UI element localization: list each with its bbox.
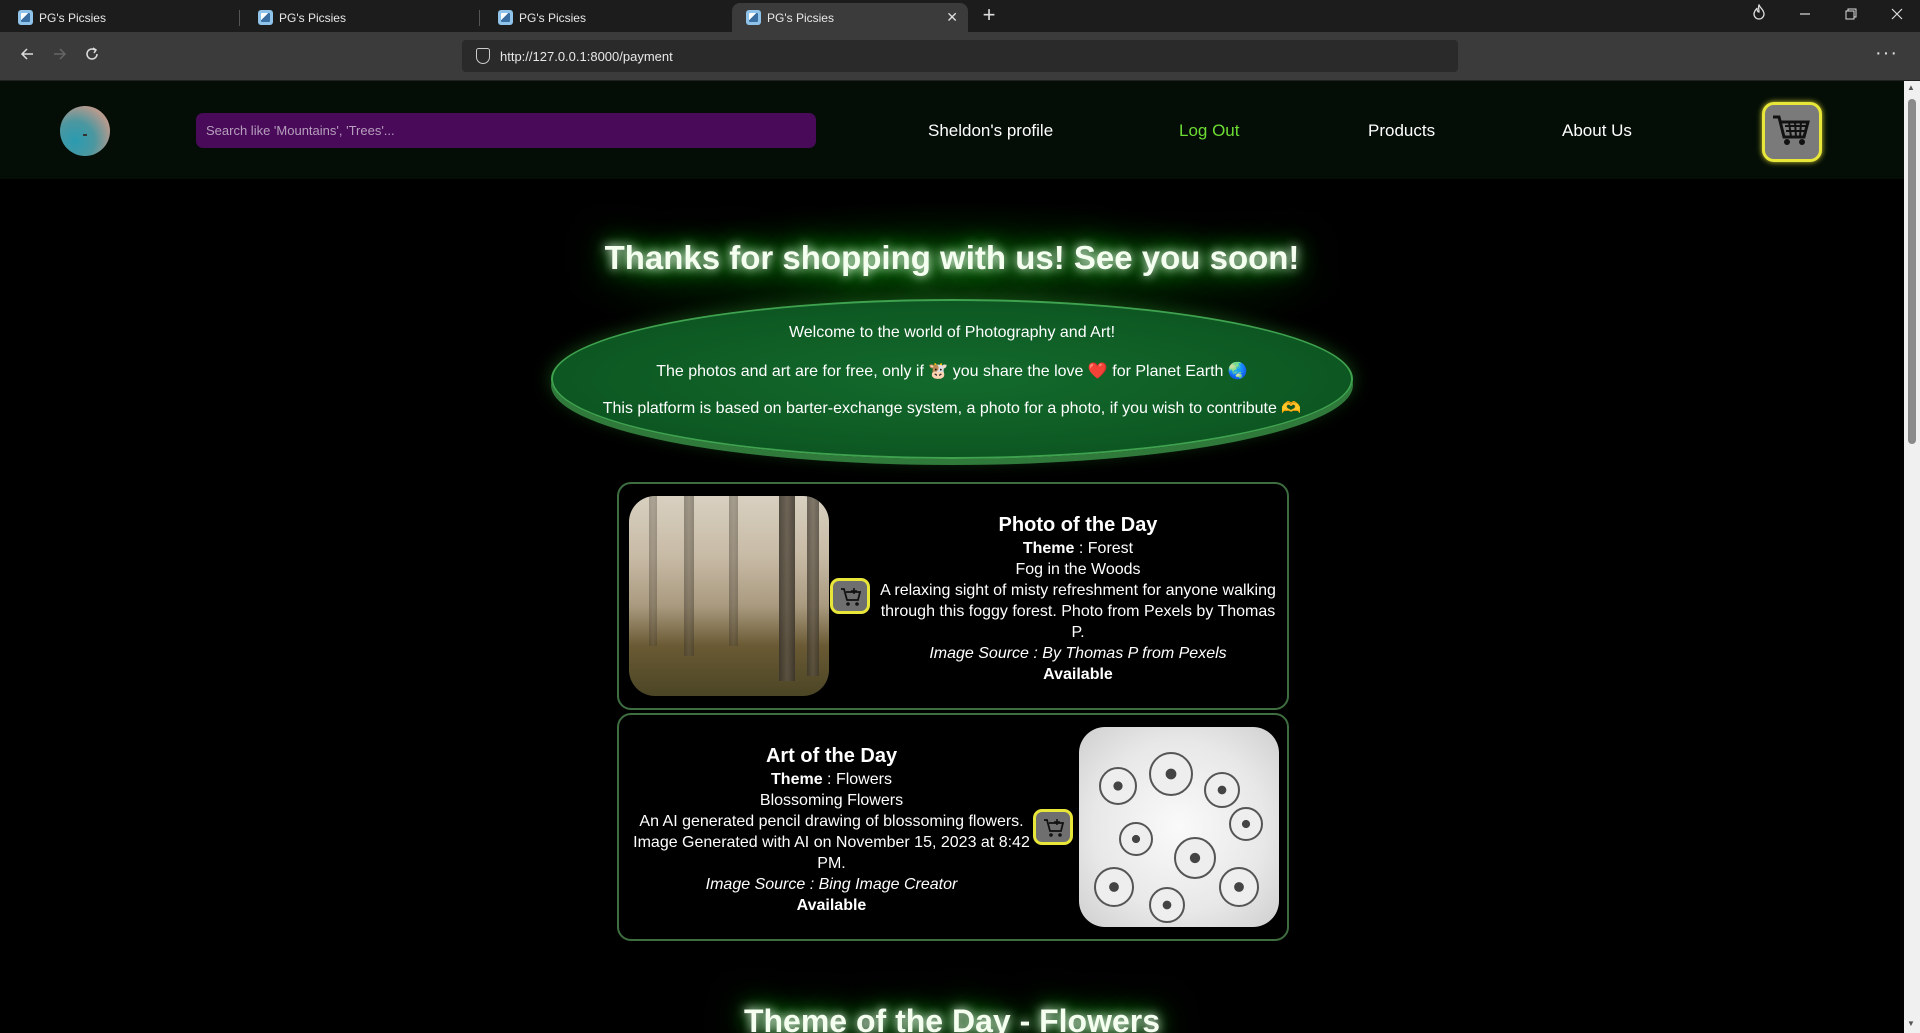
art-details: Art of the Day Theme : Flowers Blossomin… [629,743,1034,916]
theme-value: : Flowers [822,771,892,788]
tab-separator [239,10,240,26]
add-to-cart-button[interactable] [1033,809,1073,845]
site-favicon-icon [498,10,513,25]
theme-label: Theme [771,771,823,788]
minimize-icon[interactable] [1782,0,1828,32]
availability-status: Available [1043,666,1113,683]
theme-of-the-day-heading: Theme of the Day - Flowers [743,1003,1161,1033]
theme-label: Theme [1022,540,1075,557]
browser-tab-strip: PG's Picsies PG's Picsies PG's Picsies P… [0,0,1920,32]
page-viewport: Sheldon's profile Log Out Products About… [0,81,1904,1033]
site-logo[interactable] [60,106,110,156]
site-header: Sheldon's profile Log Out Products About… [0,81,1904,179]
theme-value: : Forest [1074,540,1134,557]
browser-tab[interactable]: PG's Picsies [4,3,240,32]
tab-title: PG's Picsies [279,10,346,25]
close-tab-icon[interactable]: ✕ [946,9,958,26]
photo-details: Photo of the Day Theme : Forest Fog in t… [877,512,1279,685]
welcome-banner: Welcome to the world of Photography and … [551,299,1353,459]
photo-of-the-day-card: Photo of the Day Theme : Forest Fog in t… [617,482,1289,710]
art-description: An AI generated pencil drawing of blosso… [633,813,1030,872]
thanks-heading: Thanks for shopping with us! See you soo… [604,239,1300,276]
site-favicon-icon [746,10,761,25]
back-arrow-icon[interactable] [13,42,41,70]
add-to-cart-button[interactable] [830,578,870,614]
tab-separator [479,10,480,26]
close-window-icon[interactable] [1874,0,1920,32]
nav-products-link[interactable]: Products [1368,121,1435,141]
card-title: Art of the Day [765,745,898,767]
page-scrollbar[interactable]: ▲ ▼ [1904,81,1920,1033]
scroll-down-icon[interactable]: ▼ [1907,1019,1915,1028]
availability-status: Available [796,897,867,914]
nav-profile-link[interactable]: Sheldon's profile [928,121,1053,141]
browser-menu-button[interactable]: ··· [1875,42,1898,65]
forest-photo[interactable] [629,496,829,696]
tab-title: PG's Picsies [39,10,106,25]
scroll-up-icon[interactable]: ▲ [1907,83,1915,92]
nav-logout-link[interactable]: Log Out [1179,121,1240,141]
forward-arrow-icon[interactable] [46,42,74,70]
restore-icon[interactable] [1828,0,1874,32]
cart-button[interactable] [1762,102,1822,162]
shopping-cart-icon [1773,115,1810,145]
tab-title: PG's Picsies [519,10,586,25]
search-input[interactable] [196,113,816,148]
flame-icon[interactable] [1736,0,1782,32]
nav-about-link[interactable]: About Us [1562,121,1632,141]
tab-title: PG's Picsies [767,10,834,25]
welcome-line: The photos and art are for free, only if… [656,363,1248,380]
cart-plus-icon [1044,819,1065,837]
photo-name: Fog in the Woods [1015,561,1141,578]
art-name: Blossoming Flowers [759,792,904,809]
browser-toolbar: http://127.0.0.1:8000/payment ··· [0,32,1920,81]
browser-tab[interactable]: PG's Picsies [244,3,480,32]
site-favicon-icon [258,10,273,25]
reload-icon[interactable] [78,42,106,70]
art-of-the-day-card: Art of the Day Theme : Flowers Blossomin… [617,713,1289,941]
new-tab-button[interactable]: + [976,2,1002,28]
flowers-drawing[interactable] [1079,727,1279,927]
photo-description: A relaxing sight of misty refreshment fo… [880,582,1276,641]
scrollbar-thumb[interactable] [1908,99,1916,444]
address-bar[interactable]: http://127.0.0.1:8000/payment [462,40,1458,72]
browser-tab-active[interactable]: PG's Picsies ✕ [732,3,968,32]
image-source: Image Source : Bing Image Creator [705,876,958,893]
shield-icon[interactable] [476,48,490,64]
cart-plus-icon [841,588,862,606]
site-favicon-icon [18,10,33,25]
image-source: Image Source : By Thomas P from Pexels [929,645,1227,662]
url-text: http://127.0.0.1:8000/payment [500,48,673,64]
welcome-line: This platform is based on barter-exchang… [602,400,1302,417]
browser-tab[interactable]: PG's Picsies [484,3,720,32]
card-title: Photo of the Day [998,514,1158,536]
welcome-line: Welcome to the world of Photography and … [788,324,1116,341]
